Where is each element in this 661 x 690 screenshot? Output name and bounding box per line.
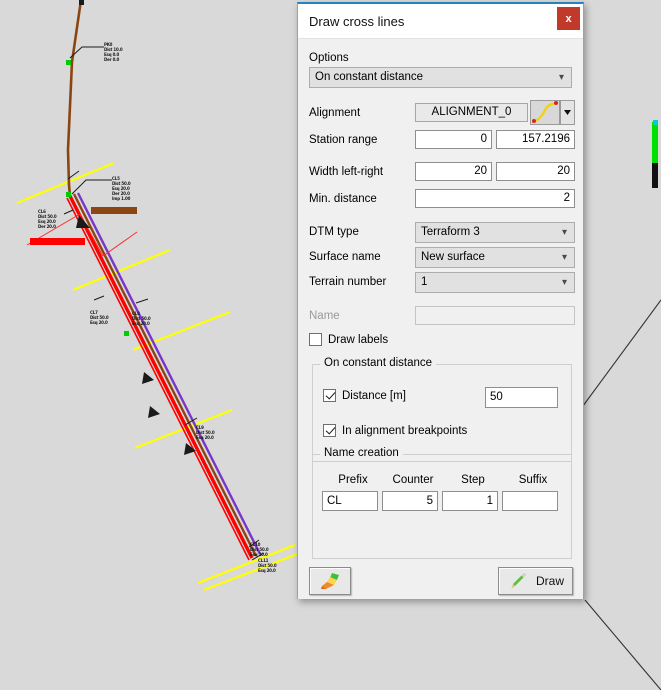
- dtm-type-value: Terraform 3: [421, 226, 480, 238]
- annotation-leaders: [63, 46, 265, 561]
- distance-checkbox[interactable]: [323, 389, 336, 402]
- cad-annotation: CL11 Dist 50.0 Esq 20.0: [258, 558, 277, 573]
- green-edge-marker: [652, 120, 658, 188]
- min-distance-input[interactable]: 2: [415, 189, 575, 208]
- cad-annotation: CL8 Dist 50.0 Esq 20.0: [132, 311, 151, 326]
- terrain-number-value: 1: [421, 276, 428, 288]
- dtm-type-label: DTM type: [309, 226, 359, 238]
- alignment-picker-button[interactable]: [530, 100, 560, 125]
- chevron-down-icon: ▾: [561, 277, 567, 288]
- distance-input[interactable]: 50: [485, 387, 558, 408]
- chevron-down-icon: ▾: [561, 252, 567, 263]
- alignment-label: Alignment: [309, 107, 361, 119]
- width-left-right-label: Width left-right: [309, 166, 384, 178]
- dtm-type-combobox[interactable]: Terraform 3 ▾: [415, 222, 575, 243]
- close-button[interactable]: x: [557, 7, 580, 30]
- step-input[interactable]: 1: [442, 491, 498, 511]
- terrain-number-combobox[interactable]: 1 ▾: [415, 272, 575, 293]
- curve-picker-icon: [531, 101, 559, 124]
- counter-input[interactable]: 5: [382, 491, 438, 511]
- breakpoints-checkbox-row[interactable]: In alignment breakpoints: [323, 424, 467, 437]
- width-right-input[interactable]: 20: [496, 162, 575, 181]
- breakpoints-checkbox[interactable]: [323, 424, 336, 437]
- alignment-polyline: [66, 0, 83, 197]
- surface-name-combobox[interactable]: New surface ▾: [415, 247, 575, 268]
- chevron-down-icon: ▾: [558, 72, 564, 83]
- background-diagonal: [579, 299, 661, 690]
- draw-labels-label: Draw labels: [328, 333, 389, 346]
- draw-button[interactable]: Draw: [498, 567, 573, 595]
- cad-annotation: CL7 Dist 50.0 Esq 20.0: [90, 310, 109, 325]
- constant-distance-group-title: On constant distance: [320, 357, 437, 369]
- draw-button-label: Draw: [535, 574, 564, 588]
- cad-annotation: CL10 Dist 50.0 Esq 20.0: [250, 542, 269, 557]
- cad-annotation: CL6 Dist 50.0 Esq 20.0 Der 20.0: [38, 209, 57, 229]
- caret-down-icon: [561, 101, 574, 124]
- station-range-to-input[interactable]: 157.2196: [496, 130, 575, 149]
- name-input[interactable]: [415, 306, 575, 325]
- name-label: Name: [309, 310, 340, 322]
- draw-labels-checkbox[interactable]: [309, 333, 322, 346]
- prefix-input[interactable]: CL: [322, 491, 378, 511]
- name-creation-group-title: Name creation: [320, 447, 403, 459]
- distance-label: Distance [m]: [342, 389, 406, 402]
- draw-labels-checkbox-row[interactable]: Draw labels: [309, 333, 388, 346]
- terrain-number-label: Terrain number: [309, 276, 387, 288]
- alignment-value-field[interactable]: ALIGNMENT_0: [415, 103, 528, 122]
- width-left-input[interactable]: 20: [415, 162, 492, 181]
- station-range-from-input[interactable]: 0: [415, 130, 492, 149]
- paintbrush-icon: [321, 573, 339, 589]
- draw-cross-lines-dialog: Draw cross lines x Options On constant d…: [297, 2, 584, 599]
- options-label: Options: [309, 52, 349, 64]
- chevron-down-icon: ▾: [561, 227, 567, 238]
- cad-annotation: CL9 Dist 50.0 Esq 20.0: [196, 425, 215, 440]
- cross-section-lines: [16, 161, 301, 592]
- surface-name-label: Surface name: [309, 251, 381, 263]
- dialog-body: Options On constant distance ▾ Alignment…: [298, 39, 583, 599]
- options-combobox-value: On constant distance: [315, 71, 424, 83]
- pencil-icon: [511, 573, 526, 589]
- alignment-picker-dropdown[interactable]: [560, 100, 575, 125]
- road-corridor: [66, 192, 262, 561]
- distance-checkbox-row[interactable]: Distance [m]: [323, 389, 406, 402]
- suffix-header: Suffix: [518, 474, 548, 486]
- cad-annotation: CL5 Dist 50.0 Esq 20.0 Der 20.0 Imp 1.00: [112, 176, 131, 201]
- station-range-label: Station range: [309, 134, 378, 146]
- brush-settings-button[interactable]: [309, 567, 351, 595]
- surface-name-value: New surface: [421, 251, 485, 263]
- breakpoints-label: In alignment breakpoints: [342, 424, 468, 437]
- cad-annotation: PK0 Dist 10.0 Esq 0.0 Der 0.0: [104, 42, 123, 62]
- dialog-title: Draw cross lines: [309, 14, 405, 29]
- min-distance-label: Min. distance: [309, 193, 377, 205]
- suffix-input[interactable]: [502, 491, 558, 511]
- options-combobox[interactable]: On constant distance ▾: [309, 67, 572, 88]
- dialog-titlebar[interactable]: Draw cross lines x: [298, 4, 583, 39]
